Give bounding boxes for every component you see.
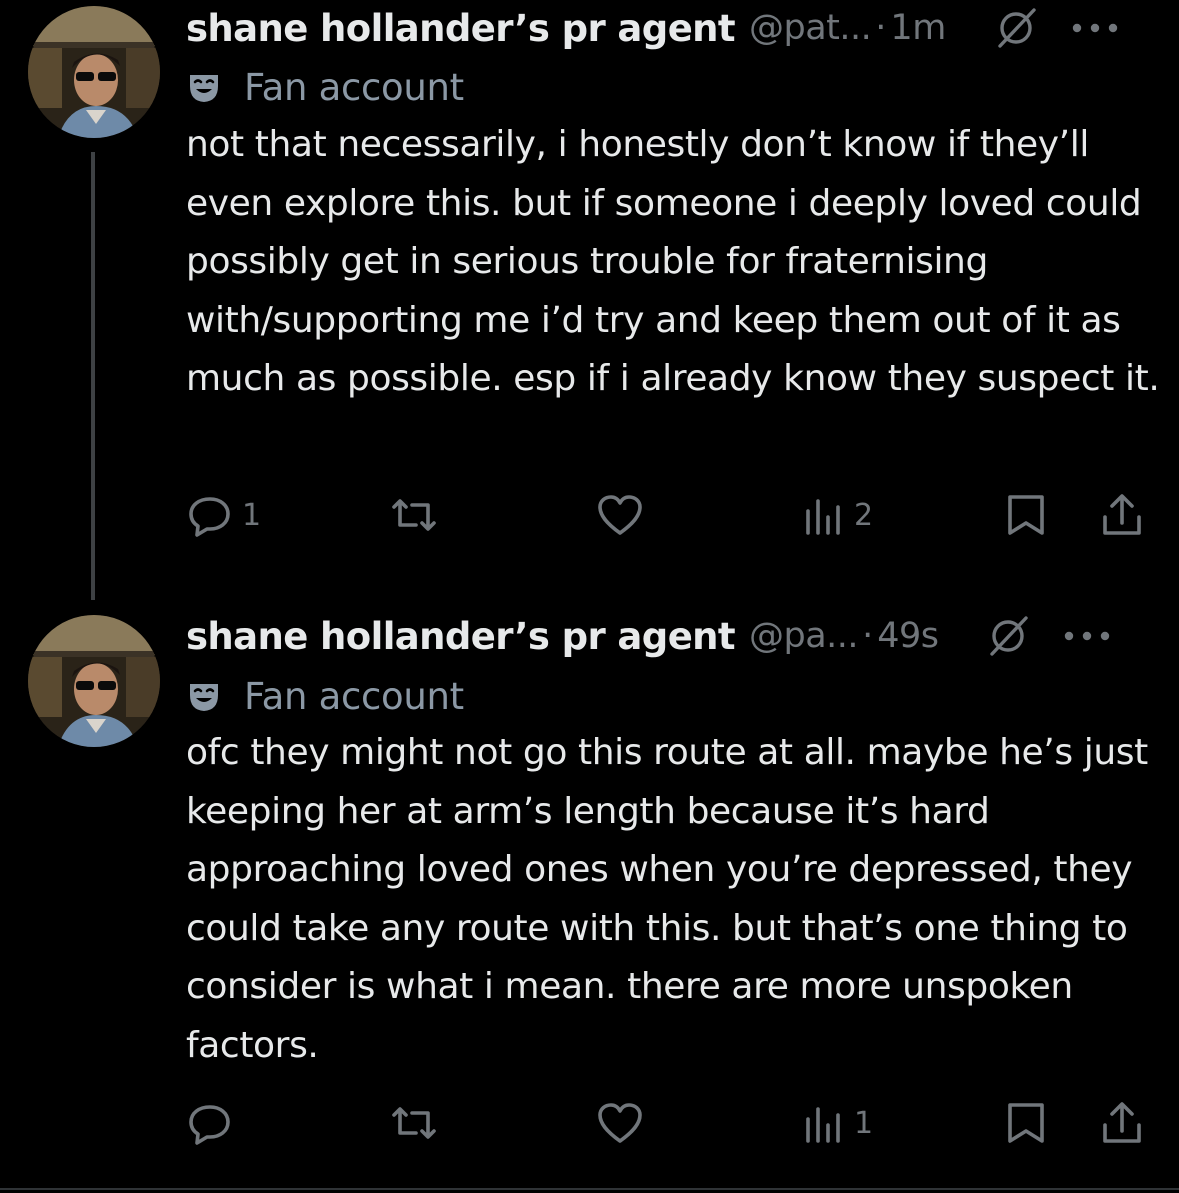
heart-icon (598, 495, 642, 535)
handle[interactable]: @pat... (749, 8, 872, 48)
bookmark-icon (1008, 495, 1044, 535)
heart-icon (598, 1103, 642, 1143)
display-name[interactable]: shane hollander’s pr agent (186, 615, 736, 658)
label-text: Fan account (244, 65, 464, 109)
grok-icon[interactable] (994, 6, 1038, 50)
divider (0, 1188, 1179, 1190)
account-label[interactable]: Fan account (186, 63, 464, 111)
views-count: 2 (854, 497, 874, 533)
tweet-text: ofc they might not go this route at all.… (186, 732, 1148, 1066)
share-button[interactable] (1100, 1098, 1144, 1148)
bookmark-icon (1008, 1103, 1044, 1143)
views-chart-icon (806, 1107, 840, 1143)
like-button[interactable] (596, 1098, 654, 1148)
theater-mask-icon (190, 684, 218, 711)
tweet-header: shane hollander’s pr agent @pat... · 1m (186, 2, 1151, 54)
bookmark-button[interactable] (1004, 490, 1048, 540)
avatar-image (28, 615, 160, 747)
separator: · (875, 8, 887, 48)
tweet-header: shane hollander’s pr agent @pa... · 49s (186, 610, 1151, 662)
reply-icon (189, 1105, 230, 1145)
display-name[interactable]: shane hollander’s pr agent (186, 7, 736, 50)
tweet-2[interactable]: shane hollander’s pr agent @pa... · 49s … (0, 600, 1179, 1193)
tweet-1[interactable]: shane hollander’s pr agent @pat... · 1m … (0, 0, 1179, 600)
tweet-text: not that necessarily, i honestly don’t k… (186, 124, 1160, 400)
repost-button[interactable] (388, 1098, 450, 1148)
repost-icon (392, 1107, 436, 1139)
views-count: 1 (854, 1105, 874, 1141)
views-button[interactable]: 2 (800, 490, 873, 540)
timestamp[interactable]: 1m (890, 8, 946, 48)
share-button[interactable] (1100, 490, 1144, 540)
reply-count: 1 (242, 497, 262, 533)
repost-button[interactable] (388, 490, 450, 540)
reply-button[interactable] (188, 1098, 242, 1148)
action-bar: 1 (0, 1098, 1179, 1148)
separator: · (862, 616, 874, 656)
avatar-image (28, 6, 160, 138)
grok-icon[interactable] (986, 614, 1030, 658)
repost-icon (392, 499, 436, 531)
like-button[interactable] (596, 490, 654, 540)
reply-button[interactable]: 1 (188, 490, 261, 540)
reply-icon (189, 497, 230, 537)
views-chart-icon (806, 499, 840, 535)
share-icon (1103, 1102, 1141, 1143)
label-text: Fan account (244, 674, 464, 718)
handle[interactable]: @pa... (749, 616, 859, 656)
avatar[interactable] (28, 6, 160, 138)
more-options-icon[interactable] (1070, 20, 1120, 36)
more-options-icon[interactable] (1062, 628, 1112, 644)
timestamp[interactable]: 49s (877, 616, 939, 656)
account-label[interactable]: Fan account (186, 672, 464, 720)
views-button[interactable]: 1 (800, 1098, 873, 1148)
share-icon (1103, 494, 1141, 535)
action-bar: 1 2 (0, 490, 1179, 540)
bookmark-button[interactable] (1004, 1098, 1048, 1148)
avatar[interactable] (28, 615, 160, 747)
theater-mask-icon (190, 75, 218, 102)
